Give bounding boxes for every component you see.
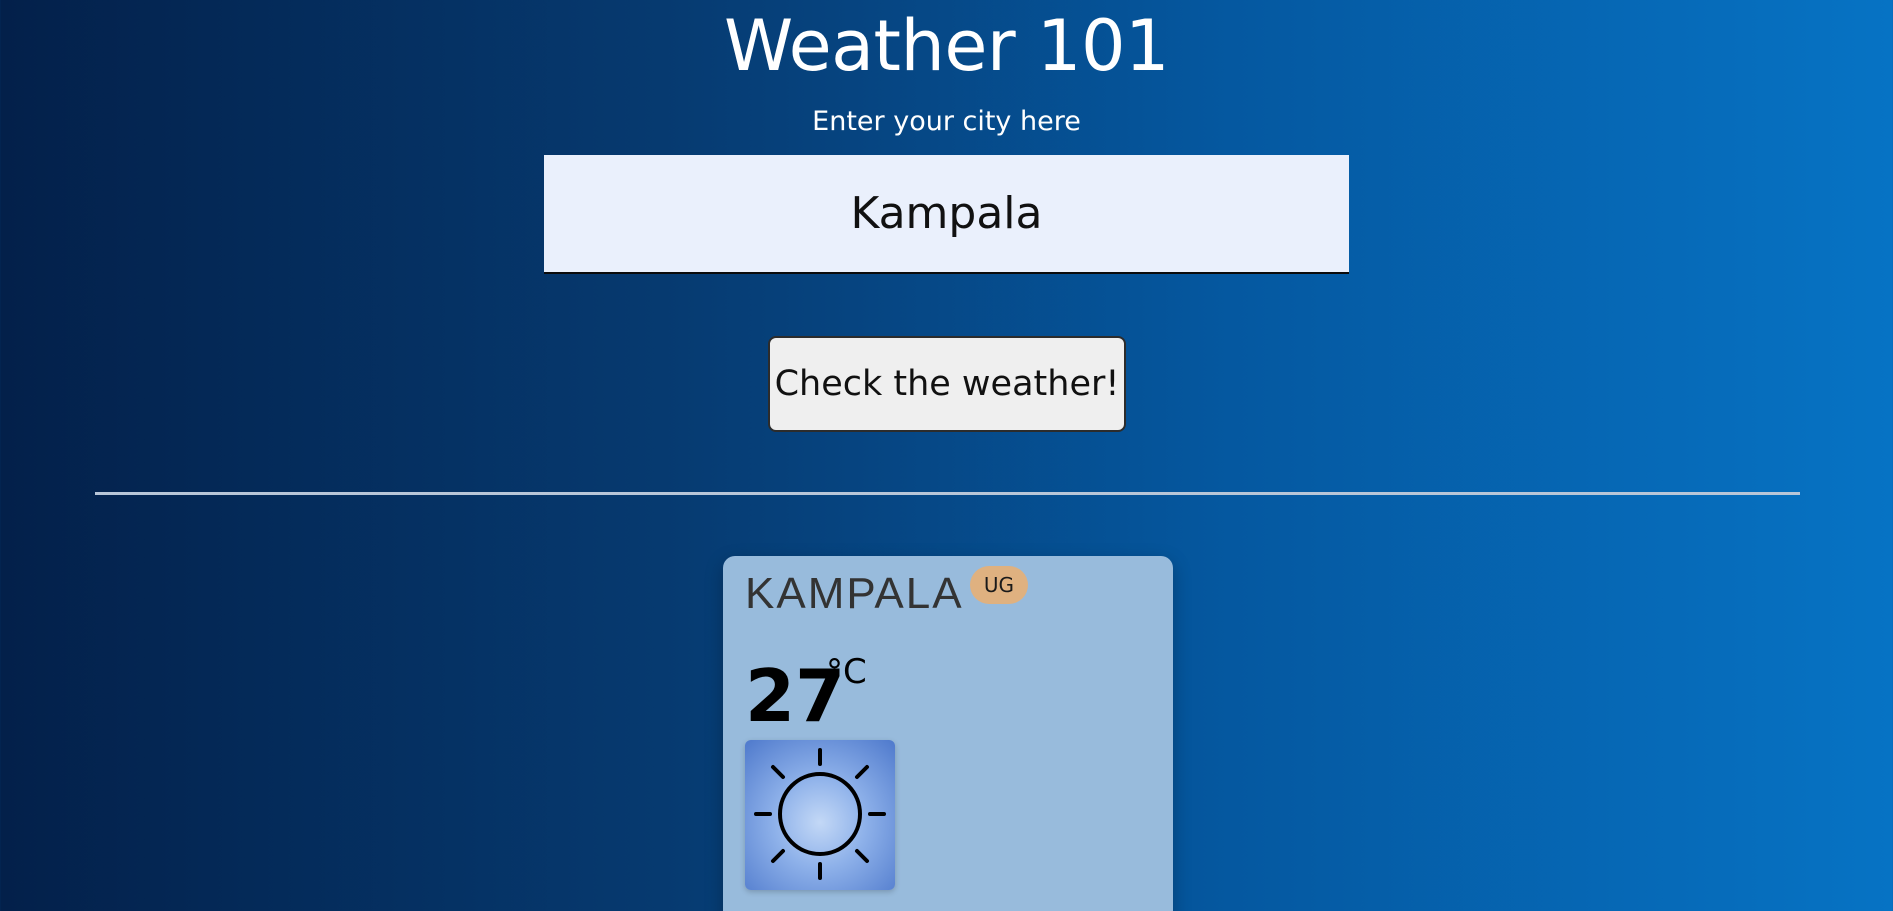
page-title: Weather 101 xyxy=(723,5,1170,87)
sun-icon xyxy=(745,740,895,890)
city-input[interactable] xyxy=(544,155,1349,274)
city-name: KAMPALA xyxy=(745,569,964,618)
temperature-unit: °C xyxy=(826,652,867,692)
divider xyxy=(95,492,1800,495)
weather-card: KAMPALA UG 27 °C xyxy=(723,556,1173,911)
check-weather-button[interactable]: Check the weather! xyxy=(768,336,1126,432)
country-badge: UG xyxy=(970,566,1028,604)
city-prompt-label: Enter your city here xyxy=(812,106,1081,137)
